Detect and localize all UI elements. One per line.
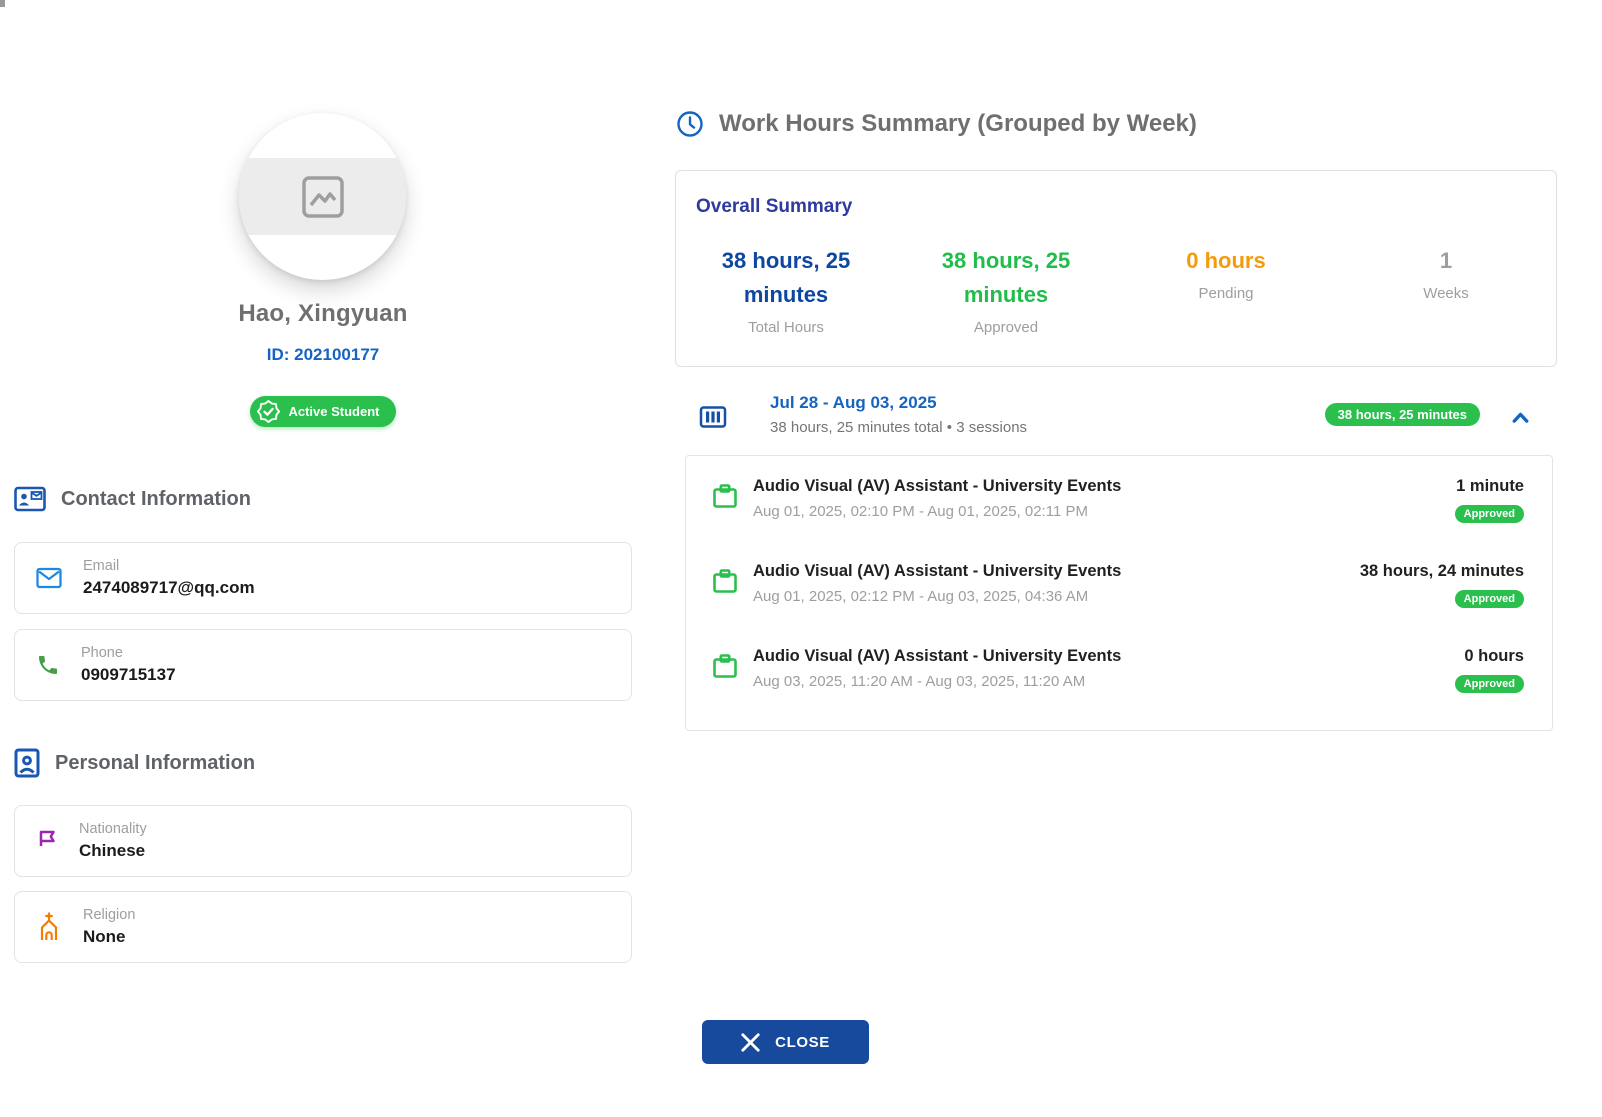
id-badge-icon <box>14 748 40 778</box>
session-status-badge: Approved <box>1455 505 1524 523</box>
clock-icon <box>676 110 704 138</box>
student-name: Hao, Xingyuan <box>0 300 646 328</box>
week-subtitle: 38 hours, 25 minutes total • 3 sessions <box>770 419 1027 436</box>
nationality-value: Chinese <box>79 841 147 861</box>
session-title: Audio Visual (AV) Assistant - University… <box>753 647 1455 666</box>
stat-pending-label: Pending <box>1116 285 1336 302</box>
session-duration: 1 minute <box>1455 477 1524 496</box>
contact-card-icon <box>14 486 46 512</box>
session-time-range: Aug 01, 2025, 02:12 PM - Aug 03, 2025, 0… <box>753 588 1360 605</box>
avatar-placeholder-band <box>239 158 406 235</box>
email-card: Email 2474089717@qq.com <box>14 542 632 614</box>
phone-label: Phone <box>81 645 176 661</box>
personal-section-title: Personal Information <box>55 752 255 775</box>
session-status-badge: Approved <box>1455 675 1524 693</box>
student-id: ID: 202100177 <box>0 345 646 365</box>
stat-approved-label: Approved <box>896 319 1116 336</box>
briefcase-icon <box>710 651 740 681</box>
nationality-card: Nationality Chinese <box>14 805 632 877</box>
session-row: Audio Visual (AV) Assistant - University… <box>710 477 1524 562</box>
status-badge: Active Student <box>250 396 395 427</box>
contact-section-title: Contact Information <box>61 488 251 511</box>
church-icon <box>36 912 62 942</box>
session-row: Audio Visual (AV) Assistant - University… <box>710 562 1524 647</box>
close-button[interactable]: CLOSE <box>702 1020 869 1064</box>
status-badge-label: Active Student <box>288 404 379 419</box>
religion-card: Religion None <box>14 891 632 963</box>
avatar <box>239 113 406 280</box>
overall-summary-title: Overall Summary <box>696 196 852 218</box>
briefcase-icon <box>710 481 740 511</box>
religion-label: Religion <box>83 907 135 923</box>
stat-total-hours-value: 38 hours, 25 minutes <box>696 244 876 312</box>
week-group-header[interactable]: Jul 28 - Aug 03, 2025 38 hours, 25 minut… <box>676 390 1557 444</box>
session-duration: 0 hours <box>1455 647 1524 666</box>
overall-summary-card: Overall Summary 38 hours, 25 minutes Tot… <box>675 170 1557 367</box>
screen-artifact <box>0 0 5 7</box>
session-time-range: Aug 03, 2025, 11:20 AM - Aug 03, 2025, 1… <box>753 673 1455 690</box>
email-value: 2474089717@qq.com <box>83 578 255 598</box>
chevron-up-icon[interactable] <box>1509 406 1532 429</box>
sessions-list: Audio Visual (AV) Assistant - University… <box>685 455 1553 731</box>
image-placeholder-icon <box>300 174 346 220</box>
flag-icon <box>36 828 58 854</box>
session-duration: 38 hours, 24 minutes <box>1360 562 1524 581</box>
work-hours-title: Work Hours Summary (Grouped by Week) <box>719 110 1197 138</box>
week-total-badge: 38 hours, 25 minutes <box>1325 403 1480 426</box>
session-row: Audio Visual (AV) Assistant - University… <box>710 647 1524 732</box>
stat-weeks: 1 Weeks <box>1336 244 1556 302</box>
phone-value: 0909715137 <box>81 665 176 685</box>
stat-weeks-label: Weeks <box>1336 285 1556 302</box>
session-title: Audio Visual (AV) Assistant - University… <box>753 562 1360 581</box>
week-date-range: Jul 28 - Aug 03, 2025 <box>770 393 1027 413</box>
close-icon <box>741 1033 760 1052</box>
verified-icon <box>257 400 280 423</box>
religion-value: None <box>83 927 135 947</box>
email-label: Email <box>83 558 255 574</box>
stat-total-hours-label: Total Hours <box>676 319 896 336</box>
email-icon <box>36 567 62 589</box>
stat-weeks-value: 1 <box>1356 244 1536 278</box>
stat-pending-value: 0 hours <box>1136 244 1316 278</box>
stat-approved: 38 hours, 25 minutes Approved <box>896 244 1116 336</box>
session-title: Audio Visual (AV) Assistant - University… <box>753 477 1455 496</box>
stat-approved-value: 38 hours, 25 minutes <box>916 244 1096 312</box>
close-button-label: CLOSE <box>775 1034 830 1051</box>
stat-total-hours: 38 hours, 25 minutes Total Hours <box>676 244 896 336</box>
phone-icon <box>36 653 60 677</box>
week-calendar-icon <box>699 403 727 431</box>
session-status-badge: Approved <box>1455 590 1524 608</box>
nationality-label: Nationality <box>79 821 147 837</box>
session-time-range: Aug 01, 2025, 02:10 PM - Aug 01, 2025, 0… <box>753 503 1455 520</box>
briefcase-icon <box>710 566 740 596</box>
phone-card: Phone 0909715137 <box>14 629 632 701</box>
stat-pending: 0 hours Pending <box>1116 244 1336 302</box>
